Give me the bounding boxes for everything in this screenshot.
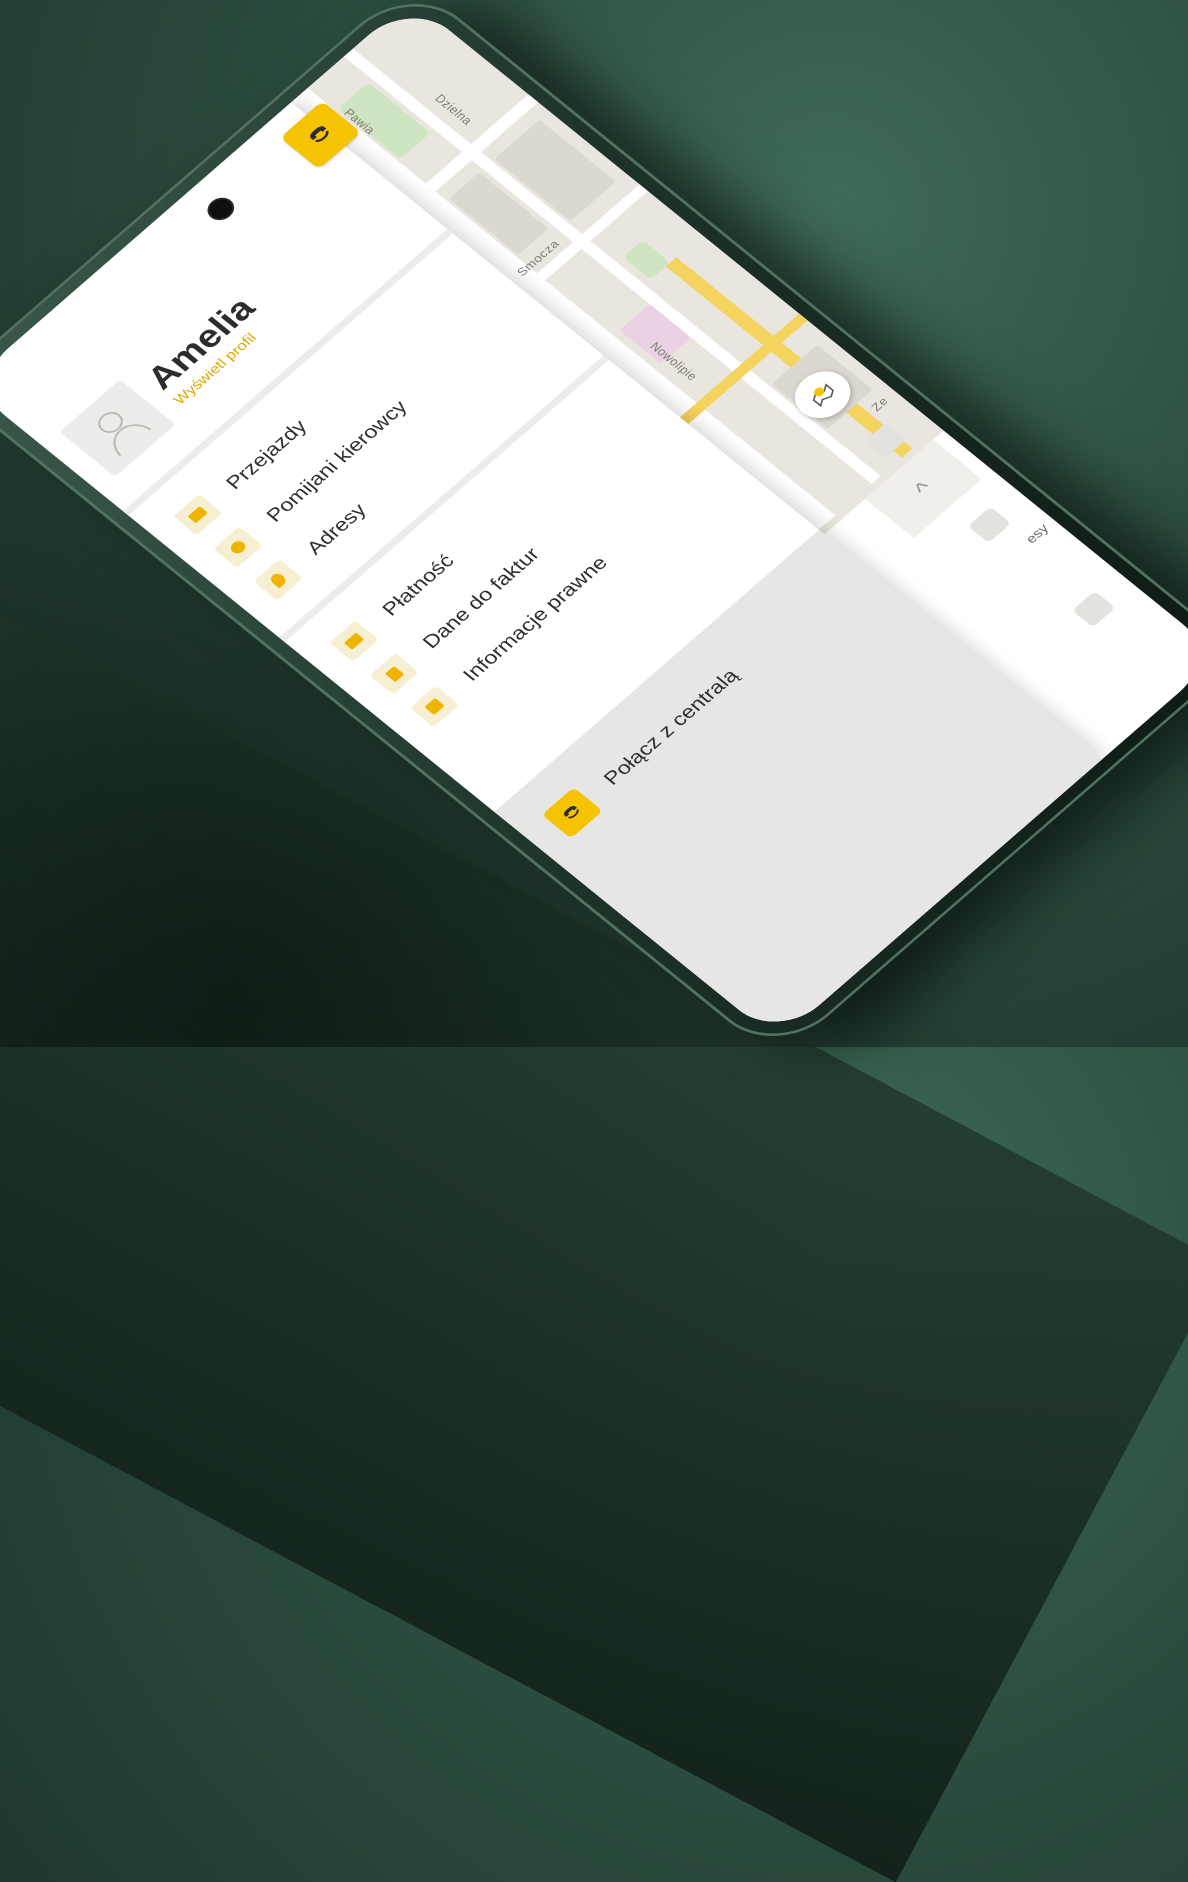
map-location-icon: [812, 383, 834, 408]
phone-icon: [310, 126, 329, 142]
avatar[interactable]: [59, 379, 176, 477]
legal-doc-icon: [409, 685, 460, 728]
location-pin-icon: [253, 559, 303, 601]
street-label-ze: Ze: [868, 394, 891, 414]
phone-icon: [541, 787, 603, 839]
user-silhouette-icon: [98, 412, 152, 457]
invoice-icon: [369, 653, 419, 695]
nav-recent-icon[interactable]: [1071, 590, 1116, 628]
car-icon: [173, 493, 223, 536]
call-dispatch-button[interactable]: Połącz z centralą: [541, 660, 749, 839]
driver-block-icon: [213, 526, 263, 568]
nav-home-icon[interactable]: [967, 506, 1012, 544]
front-camera: [204, 195, 237, 223]
wallet-icon: [329, 620, 379, 662]
call-label: Połącz z centralą: [598, 664, 743, 789]
